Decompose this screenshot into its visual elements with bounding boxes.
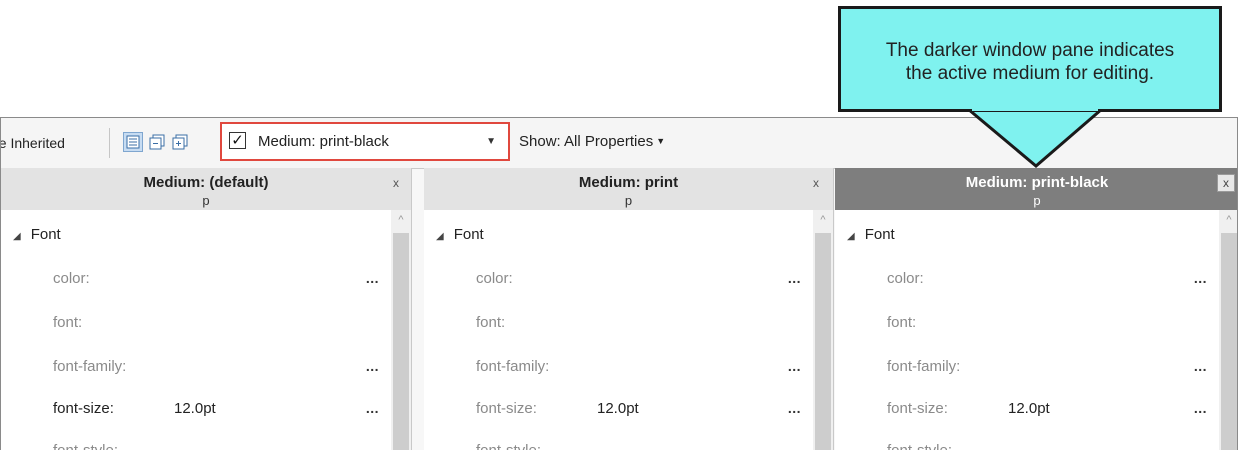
scroll-up-icon[interactable]: ^ [813, 214, 833, 226]
property-font-family-label: font-family: [887, 358, 961, 375]
pane-default: Medium: (default) p x ◢ Font color: ... f… [1, 168, 412, 450]
more-options-button[interactable]: ... [1194, 400, 1207, 416]
expand-triangle-icon[interactable]: ◢ [13, 231, 21, 242]
property-list: ◢ Font color: ... font: font-family: ... … [835, 210, 1219, 450]
property-list: ◢ Font color: ... font: font-family: ... … [1, 210, 391, 450]
property-font-family-label: font-family: [476, 358, 550, 375]
font-group-header[interactable]: ◢ Font [847, 226, 895, 243]
property-font-style-label: font-style: [53, 442, 118, 450]
scroll-up-icon[interactable]: ^ [1219, 214, 1237, 226]
property-font-size-value[interactable]: 12.0pt [174, 400, 216, 417]
vertical-scrollbar[interactable]: ^ [1219, 210, 1237, 450]
more-options-button[interactable]: ... [788, 270, 801, 286]
property-font-style-label: font-style: [476, 442, 541, 450]
vertical-scrollbar[interactable]: ^ [391, 210, 411, 450]
property-font-size-label: font-size: [887, 400, 948, 417]
more-options-button[interactable]: ... [788, 358, 801, 374]
property-font-label: font: [53, 314, 83, 331]
scrollbar-thumb[interactable] [393, 233, 409, 450]
more-options-button[interactable]: ... [1194, 270, 1207, 286]
property-font-style-label: font-style: [887, 442, 952, 450]
property-font-size-value[interactable]: 12.0pt [597, 400, 639, 417]
group-label: Font [453, 226, 484, 243]
more-options-button[interactable]: ... [366, 270, 379, 286]
expand-triangle-icon[interactable]: ◢ [436, 231, 444, 242]
pane-print-black: Medium: print-black p x ◢ Font color: ...… [835, 168, 1237, 450]
property-color-label: color: [476, 270, 513, 287]
property-font-size-label: font-size: [53, 400, 114, 417]
property-color-label: color: [53, 270, 90, 287]
vertical-scrollbar[interactable]: ^ [813, 210, 833, 450]
scrollbar-thumb[interactable] [1221, 233, 1237, 450]
more-options-button[interactable]: ... [1194, 358, 1207, 374]
more-options-button[interactable]: ... [366, 358, 379, 374]
scrollbar-thumb[interactable] [815, 233, 831, 450]
more-options-button[interactable]: ... [788, 400, 801, 416]
property-color-label: color: [887, 270, 924, 287]
group-label: Font [864, 226, 895, 243]
pane-print: Medium: print p x ◢ Font color: ... font:… [424, 168, 834, 450]
font-group-header[interactable]: ◢ Font [436, 226, 484, 243]
property-font-size-value[interactable]: 12.0pt [1008, 400, 1050, 417]
property-list: ◢ Font color: ... font: font-family: ... … [424, 210, 813, 450]
group-label: Font [30, 226, 61, 243]
scroll-up-icon[interactable]: ^ [391, 214, 411, 226]
property-font-family-label: font-family: [53, 358, 127, 375]
font-group-header[interactable]: ◢ Font [13, 226, 61, 243]
callout-pointer-cover [972, 104, 1098, 111]
property-font-label: font: [887, 314, 917, 331]
property-font-label: font: [476, 314, 506, 331]
expand-triangle-icon[interactable]: ◢ [847, 231, 855, 242]
more-options-button[interactable]: ... [366, 400, 379, 416]
property-font-size-label: font-size: [476, 400, 537, 417]
